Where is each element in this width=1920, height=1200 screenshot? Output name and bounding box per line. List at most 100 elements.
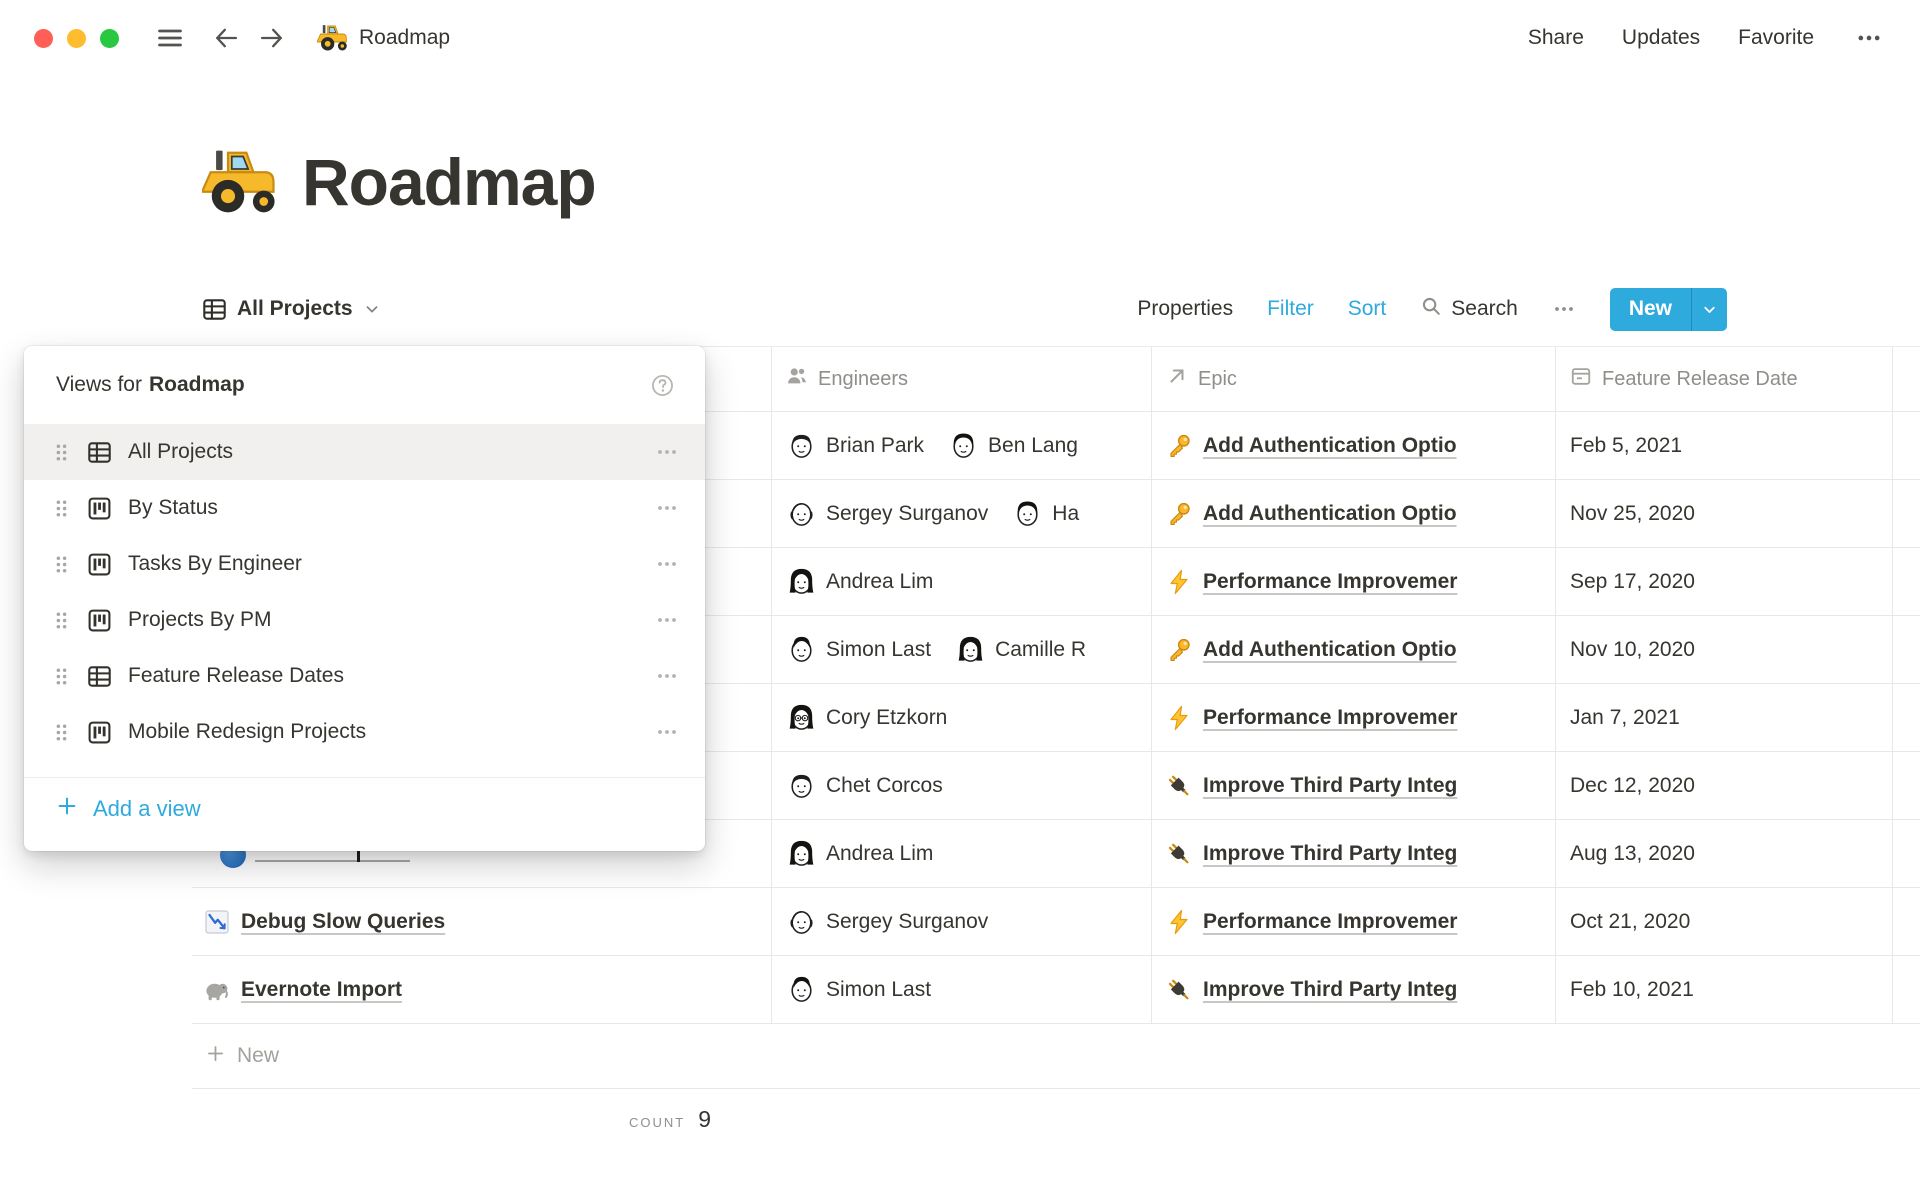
release-date-cell[interactable]: Nov 10, 2020: [1555, 616, 1893, 683]
view-item-all-projects[interactable]: All Projects: [24, 424, 705, 480]
engineers-cell[interactable]: Cory Etzkorn: [771, 684, 1151, 751]
column-header-epic[interactable]: Epic: [1151, 347, 1555, 411]
engineer-chip[interactable]: Simon Last: [786, 634, 931, 665]
epic-link[interactable]: Improve Third Party Integ: [1203, 774, 1457, 798]
new-button[interactable]: New: [1610, 288, 1727, 331]
epic-link[interactable]: Performance Improvemer: [1203, 910, 1457, 934]
engineer-chip[interactable]: Sergey Surganov: [786, 906, 988, 937]
view-item-menu-button[interactable]: [655, 608, 679, 632]
filter-button[interactable]: Filter: [1267, 297, 1314, 321]
engineer-chip[interactable]: Simon Last: [786, 974, 931, 1005]
epic-link[interactable]: Performance Improvemer: [1203, 706, 1457, 730]
epic-cell[interactable]: Performance Improvemer: [1151, 684, 1555, 751]
release-date-cell[interactable]: Nov 25, 2020: [1555, 480, 1893, 547]
engineer-chip[interactable]: Ha: [1012, 498, 1079, 529]
release-date-cell[interactable]: Feb 5, 2021: [1555, 412, 1893, 479]
epic-cell[interactable]: Add Authentication Optio: [1151, 616, 1555, 683]
add-view-button[interactable]: Add a view: [24, 778, 705, 840]
epic-cell[interactable]: Add Authentication Optio: [1151, 480, 1555, 547]
epic-cell[interactable]: Performance Improvemer: [1151, 888, 1555, 955]
epic-link[interactable]: Improve Third Party Integ: [1203, 978, 1457, 1002]
view-item-menu-button[interactable]: [655, 552, 679, 576]
engineer-chip[interactable]: Camille R: [955, 634, 1086, 665]
engineer-chip[interactable]: Chet Corcos: [786, 770, 943, 801]
minimize-window-button[interactable]: [67, 29, 86, 48]
drag-handle-icon[interactable]: [54, 608, 69, 633]
release-date-cell[interactable]: Dec 12, 2020: [1555, 752, 1893, 819]
engineer-chip[interactable]: Brian Park: [786, 430, 924, 461]
page-link[interactable]: Debug Slow Queries: [241, 910, 445, 934]
epic-cell[interactable]: Improve Third Party Integ: [1151, 956, 1555, 1023]
back-icon[interactable]: [211, 23, 241, 53]
view-item-menu-button[interactable]: [655, 496, 679, 520]
window-topbar: Roadmap Share Updates Favorite: [0, 0, 1920, 76]
engineers-cell[interactable]: Andrea Lim: [771, 548, 1151, 615]
more-options-icon[interactable]: [1852, 23, 1886, 53]
help-icon[interactable]: [650, 373, 675, 398]
zoom-window-button[interactable]: [100, 29, 119, 48]
properties-button[interactable]: Properties: [1137, 297, 1233, 321]
engineers-cell[interactable]: Sergey Surganov Ha: [771, 480, 1151, 547]
breadcrumb[interactable]: Roadmap: [317, 22, 450, 54]
view-item-by-status[interactable]: By Status: [24, 480, 705, 536]
drag-handle-icon[interactable]: [54, 552, 69, 577]
epic-cell[interactable]: Improve Third Party Integ: [1151, 820, 1555, 887]
column-header-date[interactable]: Feature Release Date: [1555, 347, 1893, 411]
view-item-menu-button[interactable]: [655, 664, 679, 688]
drag-handle-icon[interactable]: [54, 720, 69, 745]
drag-handle-icon[interactable]: [54, 440, 69, 465]
epic-link[interactable]: Add Authentication Optio: [1203, 638, 1457, 662]
epic-link[interactable]: Improve Third Party Integ: [1203, 842, 1457, 866]
drag-handle-icon[interactable]: [54, 664, 69, 689]
release-date-cell[interactable]: Jan 7, 2021: [1555, 684, 1893, 751]
page-emoji-tractor-icon[interactable]: [202, 143, 280, 221]
forward-icon[interactable]: [257, 23, 287, 53]
engineers-cell[interactable]: Brian Park Ben Lang: [771, 412, 1151, 479]
favorite-button[interactable]: Favorite: [1738, 26, 1814, 50]
new-dropdown-chevron-icon[interactable]: [1691, 288, 1727, 331]
epic-link[interactable]: Add Authentication Optio: [1203, 502, 1457, 526]
column-header-engineers[interactable]: Engineers: [771, 347, 1151, 411]
view-item-feature-release-dates[interactable]: Feature Release Dates: [24, 648, 705, 704]
engineers-cell[interactable]: Chet Corcos: [771, 752, 1151, 819]
epic-cell[interactable]: Performance Improvemer: [1151, 548, 1555, 615]
drag-handle-icon[interactable]: [54, 496, 69, 521]
engineers-cell[interactable]: Simon Last: [771, 956, 1151, 1023]
chart-decreasing-icon: [204, 909, 230, 935]
engineers-cell[interactable]: Sergey Surganov: [771, 888, 1151, 955]
engineer-chip[interactable]: Ben Lang: [948, 430, 1078, 461]
release-date-cell[interactable]: Feb 10, 2021: [1555, 956, 1893, 1023]
epic-cell[interactable]: Improve Third Party Integ: [1151, 752, 1555, 819]
close-window-button[interactable]: [34, 29, 53, 48]
name-cell[interactable]: Debug Slow Queries: [192, 888, 771, 955]
share-button[interactable]: Share: [1528, 26, 1584, 50]
release-date-cell[interactable]: Oct 21, 2020: [1555, 888, 1893, 955]
updates-button[interactable]: Updates: [1622, 26, 1700, 50]
release-date-cell[interactable]: Aug 13, 2020: [1555, 820, 1893, 887]
view-item-tasks-by-engineer[interactable]: Tasks By Engineer: [24, 536, 705, 592]
epic-link[interactable]: Performance Improvemer: [1203, 570, 1457, 594]
new-button-label[interactable]: New: [1610, 288, 1691, 331]
engineer-chip[interactable]: Andrea Lim: [786, 566, 933, 597]
epic-cell[interactable]: Add Authentication Optio: [1151, 412, 1555, 479]
new-row-button[interactable]: New: [192, 1024, 1920, 1089]
engineers-cell[interactable]: Simon Last Camille R: [771, 616, 1151, 683]
view-item-menu-button[interactable]: [655, 720, 679, 744]
page-link[interactable]: Evernote Import: [241, 978, 402, 1002]
engineer-chip[interactable]: Andrea Lim: [786, 838, 933, 869]
toolbar-more-icon[interactable]: [1552, 297, 1576, 321]
sort-button[interactable]: Sort: [1348, 297, 1387, 321]
engineers-cell[interactable]: Andrea Lim: [771, 820, 1151, 887]
release-date-cell[interactable]: Sep 17, 2020: [1555, 548, 1893, 615]
view-switcher[interactable]: All Projects: [202, 297, 381, 322]
search-button[interactable]: Search: [1420, 295, 1518, 323]
views-list: All ProjectsBy StatusTasks By EngineerPr…: [24, 424, 705, 760]
view-item-projects-by-pm[interactable]: Projects By PM: [24, 592, 705, 648]
engineer-chip[interactable]: Sergey Surganov: [786, 498, 988, 529]
name-cell[interactable]: Evernote Import: [192, 956, 771, 1023]
sidebar-menu-icon[interactable]: [155, 23, 185, 53]
view-item-menu-button[interactable]: [655, 440, 679, 464]
epic-link[interactable]: Add Authentication Optio: [1203, 434, 1457, 458]
engineer-chip[interactable]: Cory Etzkorn: [786, 702, 947, 733]
view-item-mobile-redesign-projects[interactable]: Mobile Redesign Projects: [24, 704, 705, 760]
